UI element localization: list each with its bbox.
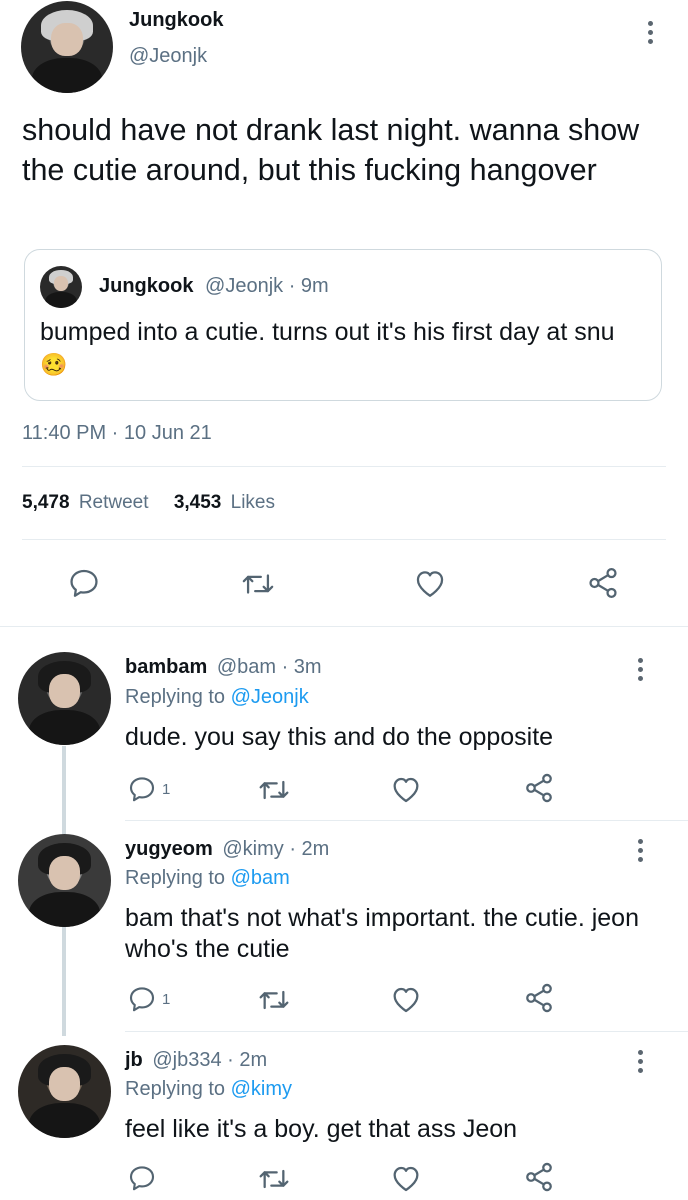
reply-author-name[interactable]: yugyeom [125,838,213,860]
section-divider [0,626,688,627]
reply-avatar-jb[interactable] [18,1045,111,1138]
main-tweet-text: should have not drank last night. wanna … [22,113,640,187]
reply-author-name[interactable]: bambam [125,656,207,678]
divider [125,1031,688,1032]
likes-count[interactable]: 3,453 [174,492,222,513]
tweet-timestamp[interactable]: 11:40 PM · 10 Jun 21 [22,422,212,445]
reply-author-name[interactable]: jb [125,1049,143,1071]
heart-icon[interactable] [390,774,422,804]
share-icon[interactable] [585,566,621,600]
likes-label[interactable]: Likes [231,492,275,513]
divider [125,820,688,821]
quote-text: bumped into a cutie. turns out it's his … [40,318,615,346]
reply-handle-time[interactable]: @kimy · 2m [222,838,329,860]
reply-icon[interactable] [127,984,157,1014]
reply-handle-time[interactable]: @bam · 3m [217,656,322,678]
main-author-handle[interactable]: @Jeonjk [129,45,207,68]
heart-icon[interactable] [390,984,422,1014]
reply-text: feel like it's a boy. get that ass Jeon [125,1115,518,1143]
main-author-name[interactable]: Jungkook [129,9,223,32]
replying-to-label: Replying to [125,686,226,708]
reply-header: yugyeom @kimy · 2m [125,838,329,861]
share-icon[interactable] [523,1161,555,1193]
share-icon[interactable] [523,772,555,804]
heart-icon[interactable] [390,1163,422,1193]
reply-icon[interactable] [127,774,157,804]
quote-tweet-card[interactable]: Jungkook @Jeonjk · 9m bumped into a cuti… [24,249,662,401]
reply-count: 1 [162,781,171,798]
reply-avatar-bambam[interactable] [18,652,111,745]
divider [22,466,666,467]
retweet-count[interactable]: 5,478 [22,492,70,513]
reply-count: 1 [162,991,171,1008]
quote-avatar [40,266,82,308]
reply-avatar-yugyeom[interactable] [18,834,111,927]
retweet-icon[interactable] [258,775,290,805]
share-icon[interactable] [523,982,555,1014]
reply-handle-time[interactable]: @jb334 · 2m [152,1049,267,1071]
replying-to-link[interactable]: @bam [231,867,290,889]
quote-handle-time: @Jeonjk · 9m [205,275,329,297]
quote-author-name: Jungkook [99,275,194,297]
reply-text: dude. you say this and do the opposite [125,723,554,751]
woozy-face-icon: 🥴 [40,352,68,377]
replying-to-link[interactable]: @kimy [231,1078,292,1100]
replying-to-link[interactable]: @Jeonjk [231,686,309,708]
reply-header: bambam @bam · 3m [125,656,322,679]
main-avatar[interactable] [21,1,113,93]
more-icon[interactable] [635,839,645,862]
reply-header: jb @jb334 · 2m [125,1049,267,1072]
retweet-label[interactable]: Retweet [79,492,149,513]
more-icon[interactable] [635,1050,645,1073]
reply-icon[interactable] [67,566,101,600]
tweet-stats: 5,478 Retweet 3,453 Likes [22,492,275,514]
reply-icon[interactable] [127,1163,157,1193]
replying-to-label: Replying to [125,1078,226,1100]
more-icon[interactable] [635,658,645,681]
retweet-icon[interactable] [241,568,275,600]
more-icon[interactable] [645,21,655,44]
reply-text: bam that's not what's important. the cut… [125,904,639,963]
retweet-icon[interactable] [258,985,290,1015]
divider [22,539,666,540]
heart-icon[interactable] [413,567,447,599]
replying-to-label: Replying to [125,867,226,889]
retweet-icon[interactable] [258,1164,290,1194]
